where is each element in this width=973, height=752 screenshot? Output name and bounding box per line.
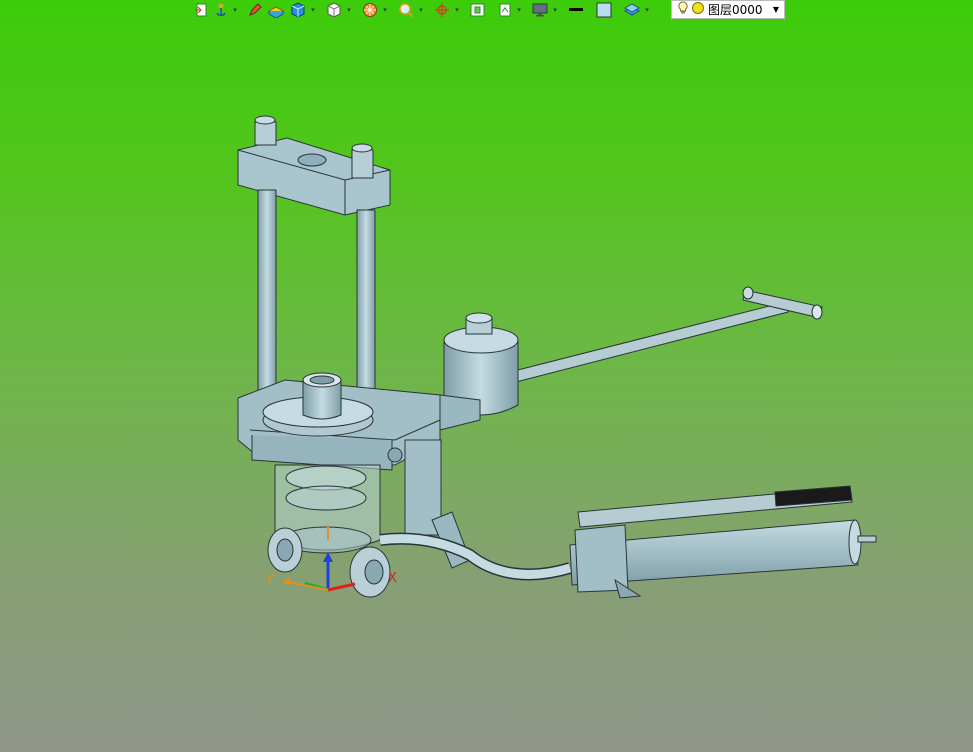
- y-axis-label: Y: [265, 573, 274, 588]
- lever-handle: [509, 286, 823, 384]
- guide-column-left: [257, 189, 277, 406]
- hand-pump: [569, 485, 877, 599]
- 3d-viewport[interactable]: X Y: [0, 0, 973, 752]
- wheel-right: [349, 546, 391, 598]
- press-assembly-model[interactable]: [237, 115, 877, 599]
- x-axis-label: X: [388, 571, 397, 586]
- wheel-left: [267, 527, 303, 573]
